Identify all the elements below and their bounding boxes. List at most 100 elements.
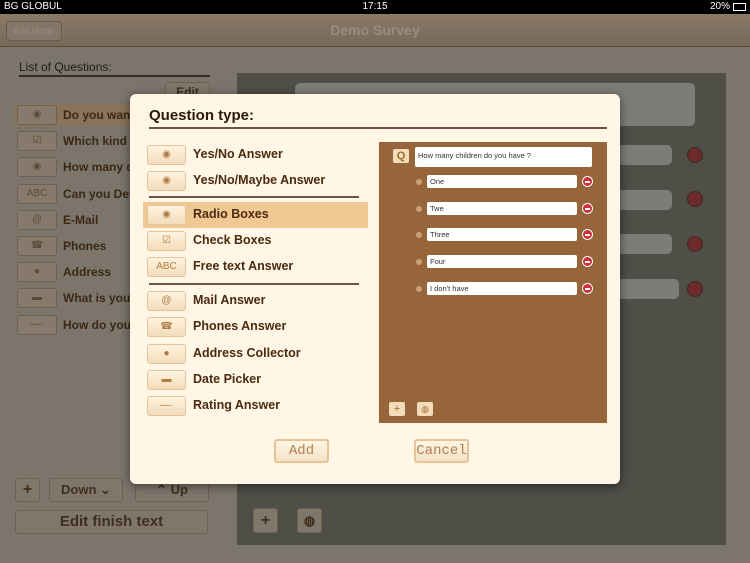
option-field[interactable] — [617, 190, 672, 210]
move-up-label: Up — [170, 482, 188, 497]
question-label: How do you — [63, 317, 131, 332]
status-bar: BG GLOBUL 17:15 20% — [0, 0, 750, 14]
question-type-label: Rating Answer — [193, 398, 281, 412]
question-label: What is your — [63, 291, 136, 306]
remove-option-icon[interactable] — [582, 202, 593, 214]
question-type-dialog: Question type: ◉ Yes/No Answer ◉ Yes/No/… — [130, 94, 620, 484]
remove-icon[interactable] — [687, 281, 703, 297]
chevron-down-icon: ⌄ — [100, 482, 111, 497]
clock: 17:15 — [362, 1, 388, 12]
question-type-option[interactable]: ◉ Yes/No/Maybe Answer — [143, 168, 368, 194]
question-label: How many c — [63, 160, 134, 175]
question-type-option[interactable]: ABC Free text Answer — [143, 254, 368, 280]
radio-icon: ◉ — [17, 157, 57, 178]
preview-option-field[interactable]: I don't have — [427, 281, 577, 295]
phone-icon: ☎ — [147, 317, 186, 337]
question-icon: Q — [393, 149, 409, 163]
cancel-button[interactable]: Cancel — [414, 439, 469, 463]
preview-option-field[interactable]: One — [427, 175, 577, 188]
remove-icon[interactable] — [687, 147, 703, 163]
question-type-option[interactable]: ◉ Radio Boxes — [143, 202, 368, 228]
question-label: Address — [63, 265, 112, 280]
preview-panel: Q How many children do you have ? One Tw… — [379, 142, 607, 423]
question-type-label: Check Boxes — [193, 233, 272, 247]
move-down-label: Down — [61, 482, 97, 497]
radio-dot-icon — [416, 285, 422, 292]
question-type-label: Radio Boxes — [193, 207, 269, 221]
slider-icon: —· — [147, 396, 186, 416]
question-type-option[interactable]: ▬ Date Picker — [143, 367, 368, 393]
abc-icon: ABC — [147, 257, 186, 277]
list-title: List of Questions: — [19, 60, 112, 74]
question-type-label: Address Collector — [193, 346, 301, 360]
chevron-up-icon: ⌃ — [156, 482, 167, 497]
question-label: Phones — [63, 239, 107, 253]
add-button[interactable]: Add — [274, 439, 329, 463]
add-option-button[interactable]: + — [253, 508, 278, 533]
radio-icon: ◉ — [147, 205, 186, 225]
checkbox-icon: ☑ — [147, 231, 186, 251]
radio-dot-icon — [416, 259, 422, 266]
nav-bar: Edit Mode Demo Survey — [0, 14, 750, 47]
remove-option-icon[interactable] — [582, 256, 593, 268]
option-field[interactable] — [617, 145, 672, 165]
pin-icon: ● — [147, 344, 186, 364]
battery-icon — [733, 3, 746, 11]
question-type-option[interactable]: —· Rating Answer — [143, 393, 368, 419]
question-type-option[interactable]: ◉ Yes/No Answer — [143, 142, 368, 168]
move-down-button[interactable]: Down ⌄ — [49, 478, 123, 502]
at-icon: @ — [147, 291, 186, 311]
calendar-icon: ▬ — [147, 370, 186, 390]
palette-icon[interactable]: ◍ — [417, 402, 433, 416]
radio-icon: ◉ — [17, 105, 57, 125]
question-type-option[interactable]: ● Address Collector — [143, 341, 368, 367]
edit-finish-text-button[interactable]: Edit finish text — [15, 510, 208, 534]
radio-dot-icon — [416, 179, 422, 185]
divider — [149, 196, 359, 198]
question-type-label: Yes/No/Maybe Answer — [193, 173, 326, 187]
option-field[interactable] — [617, 279, 679, 299]
question-label: E-Mail — [63, 212, 99, 227]
question-label: Can you Des — [63, 186, 136, 201]
divider — [149, 283, 359, 285]
question-type-label: Phones Answer — [193, 319, 287, 333]
divider — [19, 75, 210, 77]
question-type-label: Yes/No Answer — [193, 147, 283, 161]
question-type-option[interactable]: ☑ Check Boxes — [143, 228, 368, 254]
remove-option-icon[interactable] — [582, 229, 593, 241]
question-type-option[interactable]: ☎ Phones Answer — [143, 314, 368, 340]
radio-dot-icon — [416, 232, 422, 239]
phone-icon: ☎ — [17, 236, 57, 256]
option-field[interactable] — [617, 234, 672, 254]
battery-level: 20% — [709, 1, 730, 12]
radio-icon: ◉ — [147, 145, 186, 165]
divider — [149, 127, 607, 129]
at-icon: @ — [17, 209, 57, 230]
preview-option-field[interactable]: Twe — [427, 201, 577, 215]
preview-option-field[interactable]: Three — [427, 228, 577, 242]
add-question-button[interactable]: + — [15, 478, 40, 502]
question-type-option[interactable]: @ Mail Answer — [143, 288, 368, 314]
question-label: Which kind — [63, 134, 127, 149]
checkbox-icon: ☑ — [17, 131, 57, 152]
palette-icon[interactable]: ◍ — [297, 508, 322, 533]
question-label: Do you want — [63, 108, 135, 122]
preview-option-field[interactable]: Four — [427, 255, 577, 269]
remove-icon[interactable] — [687, 236, 703, 252]
page-title: Demo Survey — [330, 22, 420, 38]
preview-question-field[interactable]: How many children do you have ? — [415, 147, 592, 167]
abc-icon: ABC — [17, 183, 57, 204]
remove-option-icon[interactable] — [582, 176, 593, 187]
remove-option-icon[interactable] — [582, 282, 593, 294]
question-type-label: Date Picker — [193, 372, 262, 386]
calendar-icon: ▬ — [17, 288, 57, 309]
remove-icon[interactable] — [687, 191, 703, 207]
pin-icon: ● — [17, 262, 57, 283]
dialog-title: Question type: — [149, 107, 255, 124]
question-type-label: Mail Answer — [193, 293, 266, 307]
slider-icon: —· — [17, 314, 57, 335]
question-type-label: Free text Answer — [193, 259, 294, 273]
add-icon[interactable]: + — [389, 402, 405, 416]
radio-icon: ◉ — [147, 171, 186, 191]
radio-dot-icon — [416, 205, 422, 212]
